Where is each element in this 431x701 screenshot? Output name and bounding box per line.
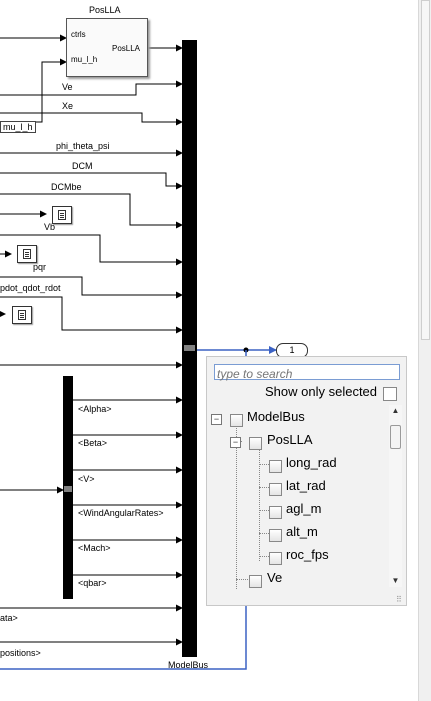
tree-connector xyxy=(236,425,237,589)
signal-label-ve: Ve xyxy=(62,82,73,92)
bus-selector-input-mark xyxy=(63,485,73,493)
tree-checkbox-alt-m[interactable] xyxy=(269,529,282,542)
signal-label-dcmbe: DCMbe xyxy=(51,182,82,192)
tree-checkbox-agl-m[interactable] xyxy=(269,506,282,519)
tree-item-ve[interactable]: Ve xyxy=(267,570,282,585)
bus-label-modelbus: ModelBus xyxy=(168,660,209,670)
display-block-pdot[interactable] xyxy=(12,306,32,324)
signal-label-positions: positions> xyxy=(0,648,41,658)
signal-label-windangularrates: <WindAngularRates> xyxy=(78,508,164,518)
tree-item-long-rad[interactable]: long_rad xyxy=(286,455,337,470)
tree-item-lat-rad[interactable]: lat_rad xyxy=(286,478,326,493)
display-block-vb[interactable] xyxy=(52,206,72,224)
signal-line-dcm[interactable] xyxy=(0,172,183,190)
scroll-up-arrow-icon[interactable]: ▲ xyxy=(389,405,402,417)
signal-hierarchy-popup[interactable]: Show only selected − ModelBus − PosLLA l… xyxy=(206,356,407,606)
poslla-input-mu-l-h: mu_l_h xyxy=(71,55,98,64)
poslla-output: PosLLA xyxy=(112,44,141,53)
signal-line-dcmbe[interactable] xyxy=(0,193,183,229)
signal-label-qbar: <qbar> xyxy=(78,578,107,588)
resize-grip-icon[interactable]: ⠿ xyxy=(396,595,405,604)
poslla-input-ctrls: ctrls xyxy=(71,30,86,39)
display-block-pqr[interactable] xyxy=(17,245,37,263)
signal-label-dcm: DCM xyxy=(72,161,93,171)
tree-checkbox-poslla[interactable] xyxy=(249,437,262,450)
tree-item-alt-m[interactable]: alt_m xyxy=(286,524,318,539)
collapse-poslla-toggle[interactable]: − xyxy=(230,437,241,448)
tree-connector xyxy=(236,579,248,580)
search-input[interactable] xyxy=(215,367,403,381)
scroll-down-arrow-icon[interactable]: ▼ xyxy=(389,575,402,587)
tree-checkbox-roc-fps[interactable] xyxy=(269,552,282,565)
signal-label-mu-l-h: mu_l_h xyxy=(0,121,36,133)
canvas-vertical-scrollbar[interactable] xyxy=(418,0,431,701)
tree-scroll-thumb[interactable] xyxy=(390,425,401,449)
signal-label-beta: <Beta> xyxy=(78,438,108,448)
signal-label-v: <V> xyxy=(78,474,95,484)
tree-checkbox-modelbus[interactable] xyxy=(230,414,243,427)
tree-checkbox-ve[interactable] xyxy=(249,575,262,588)
tree-item-roc-fps[interactable]: roc_fps xyxy=(286,547,329,562)
poslla-subsystem-block[interactable]: ctrls mu_l_h PosLLA xyxy=(66,18,148,77)
signal-tree[interactable]: − ModelBus − PosLLA long_rad lat_rad agl… xyxy=(207,404,406,589)
tree-item-poslla[interactable]: PosLLA xyxy=(267,432,313,447)
signal-label-phi-theta-psi: phi_theta_psi xyxy=(56,141,110,151)
show-only-selected-label: Show only selected xyxy=(265,384,378,399)
tree-item-modelbus[interactable]: ModelBus xyxy=(247,409,305,424)
signal-label-alpha: <Alpha> xyxy=(78,404,112,414)
tree-checkbox-lat-rad[interactable] xyxy=(269,483,282,496)
signal-label-pdot-qdot-rdot: pdot_qdot_rdot xyxy=(0,283,61,293)
collapse-modelbus-toggle[interactable]: − xyxy=(211,414,222,425)
posllablock-title: PosLLA xyxy=(89,5,121,15)
bus-output-mark xyxy=(183,344,196,352)
signal-label-mach: <Mach> xyxy=(78,543,111,553)
signal-line-ve[interactable] xyxy=(0,80,183,96)
canvas-scroll-thumb[interactable] xyxy=(421,0,430,340)
tree-checkbox-long-rad[interactable] xyxy=(269,460,282,473)
tree-item-agl-m[interactable]: agl_m xyxy=(286,501,321,516)
signal-label-xe: Xe xyxy=(62,101,74,111)
show-only-selected-checkbox[interactable] xyxy=(383,387,397,401)
signal-label-ata: ata> xyxy=(0,613,18,623)
search-field[interactable] xyxy=(214,364,403,381)
tree-scrollbar[interactable]: ▲ ▼ xyxy=(389,405,402,587)
signal-label-pqr: pqr xyxy=(33,262,47,272)
